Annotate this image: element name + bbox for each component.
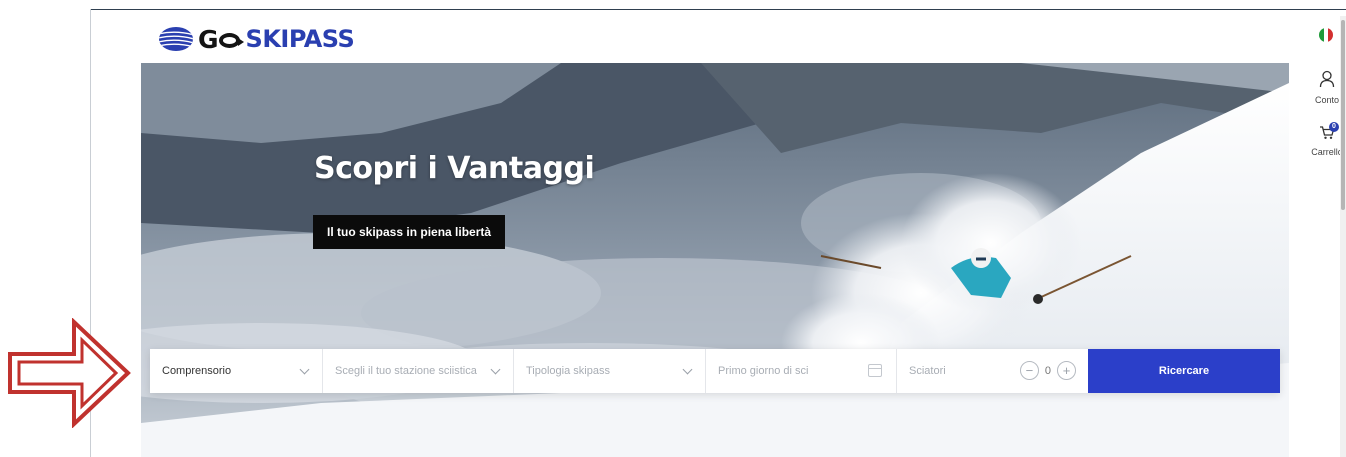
frame-top-line <box>90 9 1346 10</box>
chevron-down-icon <box>490 364 501 375</box>
logo-go-text: G <box>198 24 219 54</box>
hero-tagline-badge[interactable]: Il tuo skipass in piena libertà <box>313 215 506 249</box>
scrollbar-thumb[interactable] <box>1341 20 1345 210</box>
hero-title: Scopri i Vantaggi <box>314 151 595 186</box>
search-button[interactable]: Ricercare <box>1088 349 1280 393</box>
skiers-stepper: Sciatori − 0 + <box>897 349 1088 393</box>
calendar-icon[interactable] <box>868 364 882 377</box>
minus-icon[interactable]: − <box>1019 361 1039 380</box>
logo-skipass-text: SKIPASS <box>245 25 355 53</box>
hero-ski-photo <box>141 63 1289 457</box>
area-select[interactable]: Comprensorio <box>150 349 323 393</box>
area-select-value: Comprensorio <box>162 365 232 377</box>
cart-count-badge: 0 <box>1329 122 1339 132</box>
station-select-placeholder: Scegli il tuo stazione sciistica <box>335 365 477 377</box>
hero-banner: Scopri i Vantaggi Il tuo skipass in pien… <box>141 63 1289 457</box>
red-arrow-icon <box>8 318 131 428</box>
plus-icon[interactable]: + <box>1057 361 1076 380</box>
skiers-label: Sciatori <box>909 365 946 377</box>
logo-ring-icon <box>218 32 244 48</box>
station-select[interactable]: Scegli il tuo stazione sciistica <box>323 349 514 393</box>
first-ski-day-placeholder: Primo giorno di sci <box>718 365 809 377</box>
skipass-search-bar: Comprensorio Scegli il tuo stazione scii… <box>150 349 1280 393</box>
skiers-stepper-controls: − 0 + <box>1019 361 1076 380</box>
chevron-down-icon <box>299 364 310 375</box>
globe-logo-icon <box>159 27 193 51</box>
skipass-type-select[interactable]: Tipologia skipass <box>514 349 706 393</box>
first-ski-day-input[interactable]: Primo giorno di sci <box>706 349 897 393</box>
skipass-type-placeholder: Tipologia skipass <box>526 365 610 377</box>
skiers-count: 0 <box>1044 364 1051 377</box>
user-icon <box>1319 70 1335 88</box>
chevron-down-icon <box>682 364 693 375</box>
site-logo[interactable]: G SKIPASS <box>158 24 355 54</box>
italy-flag-icon[interactable] <box>1319 28 1333 42</box>
